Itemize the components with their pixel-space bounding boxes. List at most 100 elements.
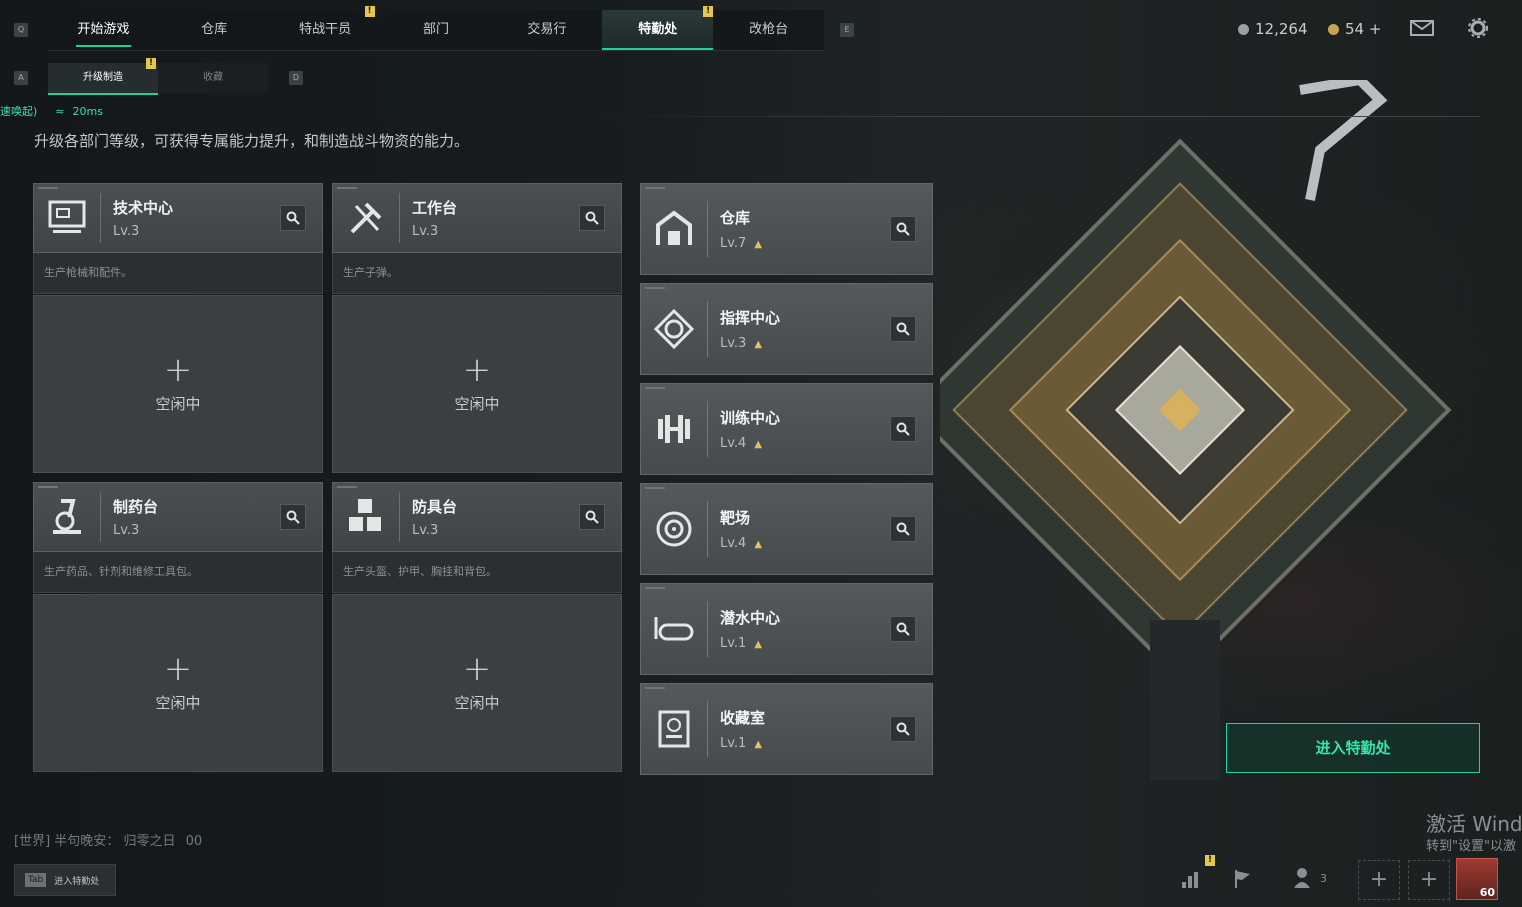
workshop-description: 生产头盔、护甲、胸挂和背包。 (332, 552, 622, 593)
tab-key: Tab (25, 873, 47, 887)
workshop-name: 制药台 (113, 498, 159, 516)
tab-trading[interactable]: 交易行 (491, 10, 602, 50)
flag-icon[interactable] (1232, 868, 1256, 890)
facility-card-collection[interactable]: 收藏室 Lv.1 ▲ (640, 683, 933, 775)
search-icon[interactable] (280, 504, 306, 530)
facility-card-training[interactable]: 训练中心 Lv.4 ▲ (640, 383, 933, 475)
decor-dash (38, 187, 58, 189)
status-prefix: 速唤起) (0, 105, 38, 118)
plus-icon: + (163, 648, 193, 689)
decor-dash (645, 387, 665, 389)
search-icon[interactable] (890, 516, 916, 542)
production-slot[interactable]: + 空闲中 (33, 594, 323, 772)
stats-chart-icon[interactable] (1180, 868, 1204, 890)
workshop-header[interactable]: 制药台 Lv.3 (33, 482, 323, 552)
search-icon[interactable] (890, 216, 916, 242)
notification-badge: ! (1205, 855, 1215, 866)
plus-icon: + (462, 648, 492, 689)
decor-dash (645, 287, 665, 289)
search-icon[interactable] (579, 504, 605, 530)
chat-tail: 00 (185, 834, 203, 849)
facility-level: Lv.4 (720, 436, 747, 451)
plus-icon: + (163, 349, 193, 390)
main-nav: 开始游戏 仓库 特战干员! 部门 交易行 特勤处! 改枪台 (48, 6, 824, 51)
cube-artwork (940, 80, 1452, 780)
tab-warehouse[interactable]: 仓库 (159, 10, 270, 50)
facility-card-range[interactable]: 靶场 Lv.4 ▲ (640, 483, 933, 575)
tab-operators-label: 特战干员 (299, 22, 352, 37)
gear-icon[interactable] (1468, 18, 1488, 38)
slot-state: 空闲中 (454, 394, 500, 413)
decor-dash (645, 687, 665, 689)
workshop-card-pharmacy: 制药台 Lv.3 生产药品、针剂和维修工具包。 + 空闲中 (33, 482, 323, 772)
search-icon[interactable] (890, 716, 916, 742)
tab-upgrade-craft-label: 升级制造 (83, 72, 123, 83)
activation-watermark-sub: 转到"设置"以激 (1426, 839, 1516, 854)
upgrade-chevron-icon: ▲ (754, 239, 763, 250)
currency-1: 12,264 (1238, 20, 1308, 38)
coin-icon (1238, 23, 1249, 35)
facility-name: 靶场 (720, 509, 751, 527)
ping-value: 20ms (72, 104, 103, 118)
facility-card-warehouse[interactable]: 仓库 Lv.7 ▲ (640, 183, 933, 275)
level-badge: 60 (1479, 886, 1495, 899)
production-slot[interactable]: + 空闲中 (332, 295, 622, 473)
add-slot-button[interactable]: + (1408, 860, 1450, 900)
search-icon[interactable] (890, 616, 916, 642)
workshop-header[interactable]: 技术中心 Lv.3 (33, 183, 323, 253)
chat-name: 半句晚安 (54, 834, 107, 849)
facility-card-command[interactable]: 指挥中心 Lv.3 ▲ (640, 283, 933, 375)
workshop-header[interactable]: 防具台 Lv.3 (332, 482, 622, 552)
intro-text: 升级各部门等级，可获得专属能力提升，和制造战斗物资的能力。 (34, 132, 470, 150)
tab-departments[interactable]: 部门 (381, 10, 492, 50)
facility-name: 训练中心 (720, 409, 781, 427)
status-bar: 速唤起) ≈ 20ms (0, 103, 103, 119)
search-icon[interactable] (890, 316, 916, 342)
currency-1-value: 12,264 (1255, 20, 1308, 38)
decor-dash (38, 486, 58, 488)
key-hint-q: Q (14, 23, 28, 37)
tab-hint[interactable]: Tab 进入特勤处 (14, 864, 116, 896)
wifi-icon: ≈ (55, 104, 65, 118)
sub-nav: 升级制造 ! 收藏 (48, 58, 268, 95)
slot-state: 空闲中 (155, 693, 201, 712)
currency-2-value: 54 + (1345, 20, 1382, 38)
enter-special-ops-button[interactable]: 进入特勤处 (1226, 723, 1480, 773)
workshop-description: 生产药品、针剂和维修工具包。 (33, 552, 323, 593)
tab-gunsmith[interactable]: 改枪台 (713, 10, 824, 50)
gold-coin-icon (1328, 23, 1339, 35)
facility-level: Lv.4 (720, 536, 747, 551)
upgrade-chevron-icon: ▲ (754, 539, 763, 550)
target-icon (641, 501, 708, 557)
tab-start-game[interactable]: 开始游戏 (48, 10, 159, 50)
plus-icon: + (462, 349, 492, 390)
facility-name: 潜水中心 (720, 609, 781, 627)
tab-operators[interactable]: 特战干员! (270, 6, 381, 50)
search-icon[interactable] (579, 205, 605, 231)
workshop-level: Lv.3 (412, 224, 439, 239)
decor-dash (337, 187, 357, 189)
search-icon[interactable] (280, 205, 306, 231)
chat-separator: ： (106, 834, 120, 849)
add-slot-button[interactable]: + (1358, 860, 1400, 900)
facility-card-diving[interactable]: 潜水中心 Lv.1 ▲ (640, 583, 933, 675)
workshop-header[interactable]: 工作台 Lv.3 (332, 183, 622, 253)
slot-state: 空闲中 (155, 394, 201, 413)
upgrade-chevron-icon: ▲ (754, 739, 763, 750)
production-slot[interactable]: + 空闲中 (33, 295, 323, 473)
chat-line[interactable]: [世界] 半句晚安： 归零之日 00 (14, 830, 202, 849)
tab-collection[interactable]: 收藏 (158, 63, 268, 93)
production-slot[interactable]: + 空闲中 (332, 594, 622, 772)
search-icon[interactable] (890, 416, 916, 442)
facility-level: Lv.7 (720, 236, 747, 251)
tab-upgrade-craft[interactable]: 升级制造 ! (48, 58, 158, 95)
workshop-name: 防具台 (412, 498, 458, 516)
avatar[interactable]: 60 (1456, 858, 1498, 900)
workshop-level: Lv.3 (113, 224, 140, 239)
key-hint-e: E (840, 23, 854, 37)
currency-2[interactable]: 54 + (1328, 20, 1381, 38)
friends-button[interactable]: 3 (1292, 866, 1327, 890)
mail-icon[interactable] (1410, 20, 1434, 36)
tab-special-ops[interactable]: 特勤处! (602, 6, 714, 50)
slot-state: 空闲中 (454, 693, 500, 712)
